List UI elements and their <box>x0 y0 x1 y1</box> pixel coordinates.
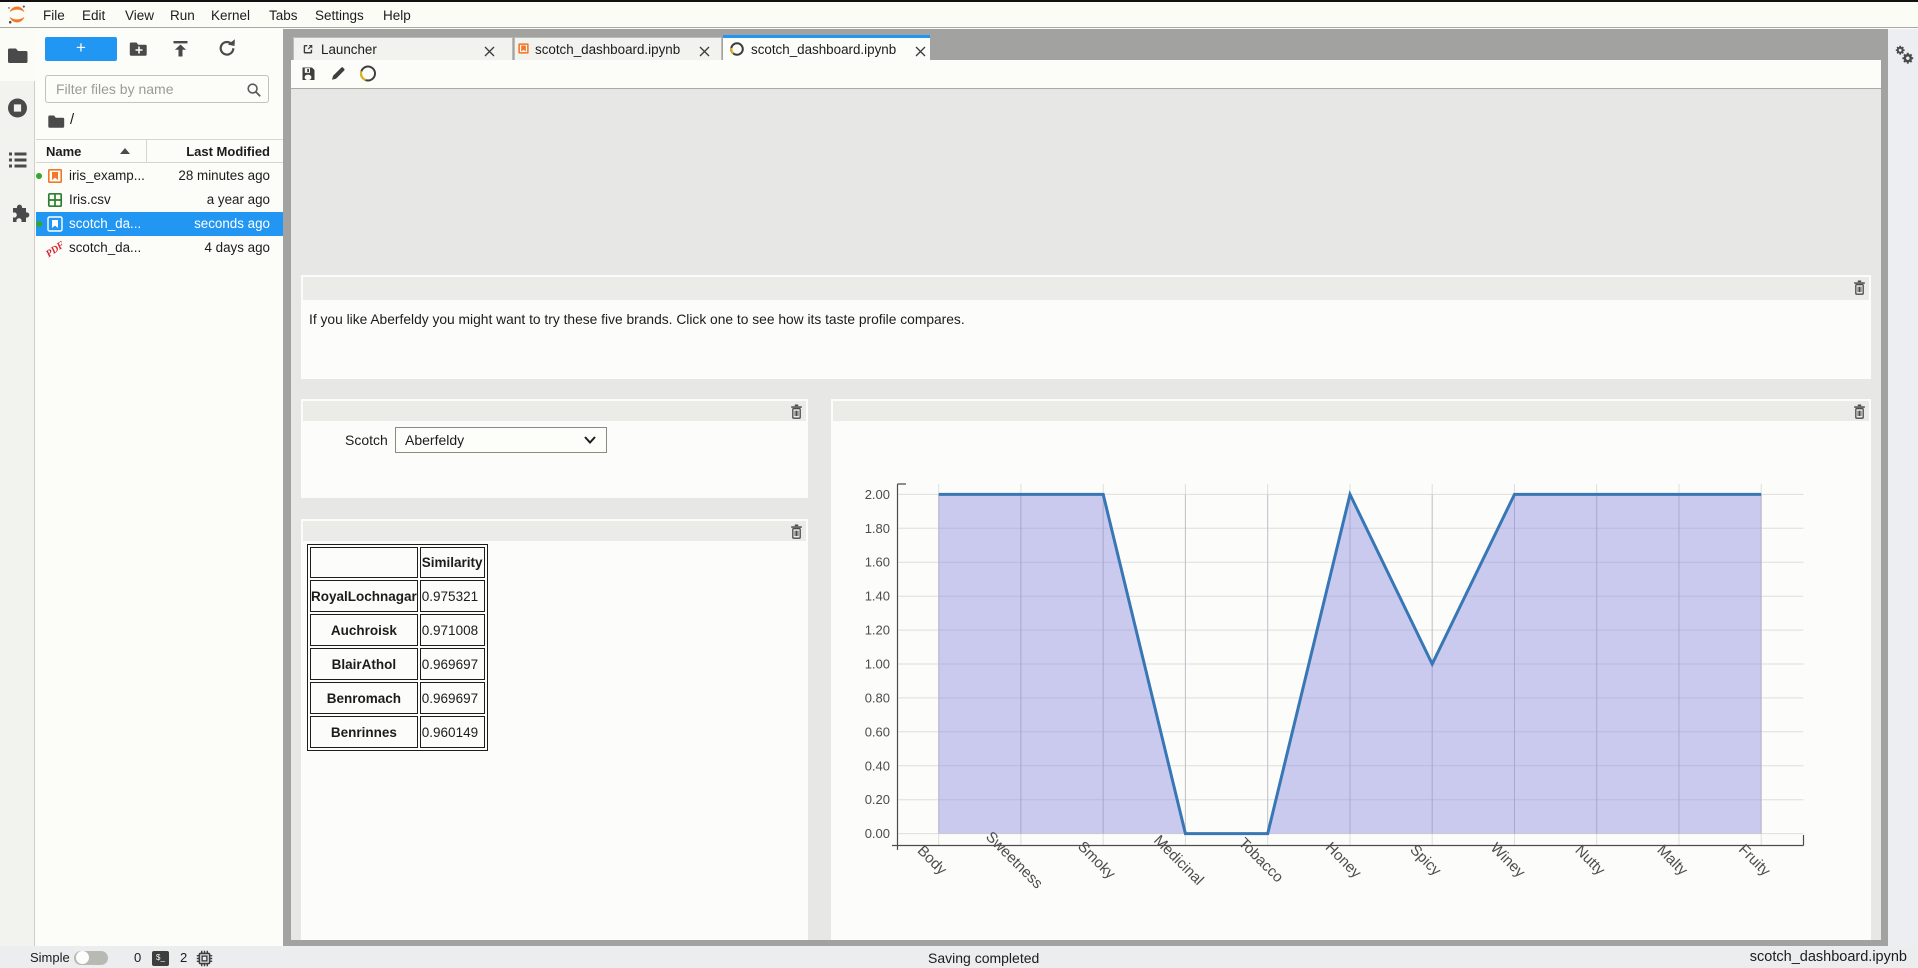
svg-text:1.40: 1.40 <box>865 589 890 604</box>
svg-text:1.60: 1.60 <box>865 555 890 570</box>
svg-text:Sweetness: Sweetness <box>982 828 1046 892</box>
svg-text:Body: Body <box>914 842 951 879</box>
svg-text:0.00: 0.00 <box>865 826 890 841</box>
svg-text:0.20: 0.20 <box>865 792 890 807</box>
svg-text:Fruity: Fruity <box>1735 841 1774 880</box>
svg-text:1.00: 1.00 <box>865 657 890 672</box>
svg-text:Nutty: Nutty <box>1571 842 1608 879</box>
svg-text:0.80: 0.80 <box>865 690 890 705</box>
svg-text:Malty: Malty <box>1653 842 1691 880</box>
svg-text:PDF: PDF <box>44 239 65 259</box>
svg-text:Spicy: Spicy <box>1406 841 1444 879</box>
svg-text:0.60: 0.60 <box>865 724 890 739</box>
svg-text:1.80: 1.80 <box>865 521 890 536</box>
svg-text:Smoky: Smoky <box>1074 838 1119 883</box>
svg-text:0.40: 0.40 <box>865 758 890 773</box>
svg-text:Medicinal: Medicinal <box>1150 832 1207 889</box>
svg-text:Tobacco: Tobacco <box>1235 835 1287 887</box>
svg-text:2.00: 2.00 <box>865 487 890 502</box>
svg-text:1.20: 1.20 <box>865 623 890 638</box>
